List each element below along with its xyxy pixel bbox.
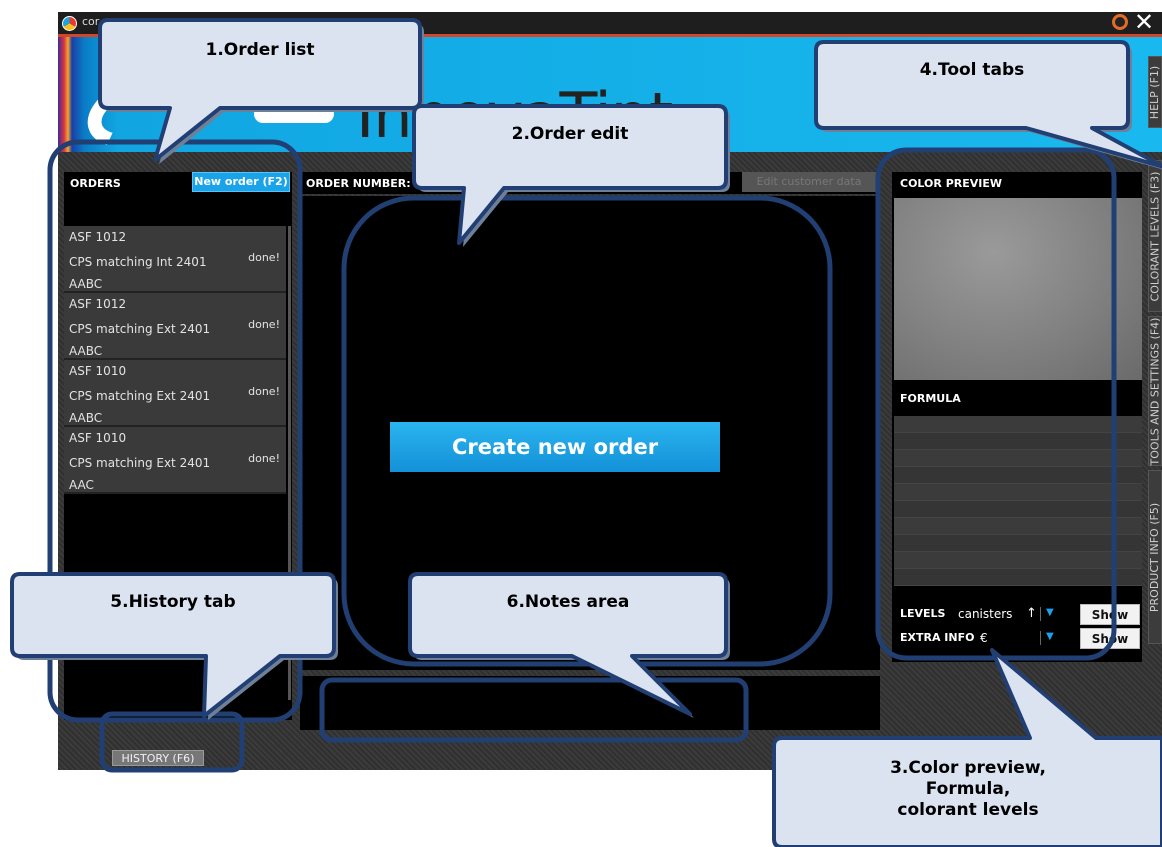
- callout-label-notes-area: 6.Notes area: [506, 592, 630, 612]
- callout-line: colorant levels: [897, 800, 1039, 820]
- callout-label-order-list: 1.Order list: [205, 40, 315, 60]
- region-outline-color-panel: [875, 147, 1117, 661]
- callout-label-tool-tabs: 4.Tool tabs: [919, 60, 1025, 80]
- callout-label-history-tab: 5.History tab: [110, 592, 236, 612]
- callout-label-color-preview: 3.Color preview, Formula, colorant level…: [774, 758, 1162, 821]
- callout-label-order-edit: 2.Order edit: [511, 124, 629, 144]
- callout-line: 3.Color preview,: [890, 758, 1046, 778]
- callout-line: Formula,: [925, 779, 1011, 799]
